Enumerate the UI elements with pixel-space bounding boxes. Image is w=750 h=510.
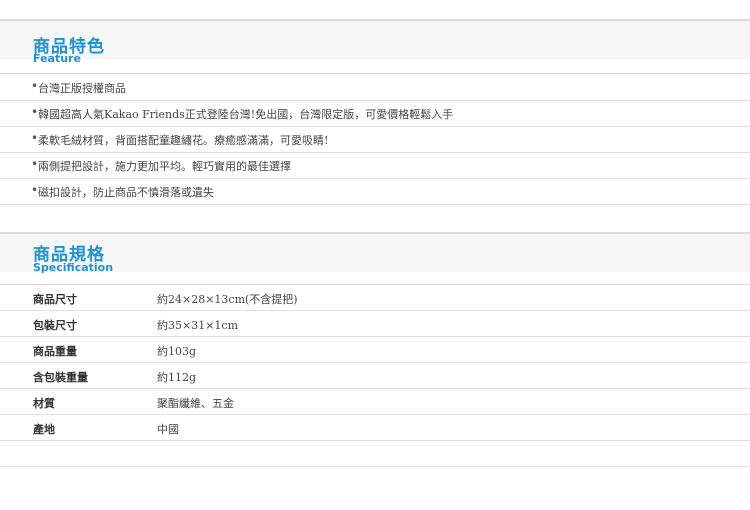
spec-row: 商品尺寸 約24×28×13cm(不含提把): [0, 285, 750, 311]
spec-label: 產地: [33, 423, 55, 436]
spec-row: 產地 中國: [0, 415, 750, 441]
feature-item: • 柔軟毛絨材質，背面搭配童趣繡花。療癒感滿滿，可愛吸睛!: [0, 126, 750, 153]
feature-item-text: 磁扣設計，防止商品不慎滑落或遺失: [38, 186, 214, 199]
feature-item-text: 柔軟毛絨材質，背面搭配童趣繡花。療癒感滿滿，可愛吸睛!: [38, 134, 329, 147]
feature-item-text: 台灣正版授權商品: [38, 82, 126, 95]
feature-header: 商品特色 Feature: [0, 21, 750, 65]
spec-row: 材質 聚酯纖維、五金: [0, 389, 750, 415]
spec-label: 含包裝重量: [33, 371, 88, 384]
spec-row-empty: [0, 441, 750, 467]
spec-label: 商品尺寸: [33, 293, 77, 306]
feature-subtitle: Feature: [33, 52, 81, 65]
spec-row: 包裝尺寸 約35×31×1cm: [0, 311, 750, 337]
spec-label: 商品重量: [33, 345, 77, 358]
spec-value: 約103g: [157, 345, 197, 358]
feature-item-text: 韓國超高人氣Kakao Friends正式登陸台灣!免出國，台灣限定版，可愛價格…: [38, 108, 454, 121]
spec-label: 材質: [33, 397, 55, 410]
feature-item: • 磁扣設計，防止商品不慎滑落或遺失: [0, 178, 750, 205]
feature-item-text: 兩側提把設計，施力更加平均。輕巧實用的最佳選擇: [38, 160, 291, 173]
spec-row: 商品重量 約103g: [0, 337, 750, 363]
spec-value: 約35×31×1cm: [157, 319, 239, 332]
spec-label: 包裝尺寸: [33, 319, 77, 332]
feature-item: • 韓國超高人氣Kakao Friends正式登陸台灣!免出國，台灣限定版，可愛…: [0, 100, 750, 127]
spec-value: 聚酯纖維、五金: [157, 397, 234, 410]
feature-item: • 台灣正版授權商品: [0, 74, 750, 101]
feature-item: • 兩側提把設計，施力更加平均。輕巧實用的最佳選擇: [0, 152, 750, 179]
spec-row: 含包裝重量 約112g: [0, 363, 750, 389]
spec-value: 中國: [157, 423, 179, 436]
spec-header: 商品規格 Specification: [0, 234, 750, 274]
spec-value: 約112g: [157, 371, 197, 384]
spec-subtitle: Specification: [33, 261, 114, 274]
spec-value: 約24×28×13cm(不含提把): [157, 293, 298, 306]
